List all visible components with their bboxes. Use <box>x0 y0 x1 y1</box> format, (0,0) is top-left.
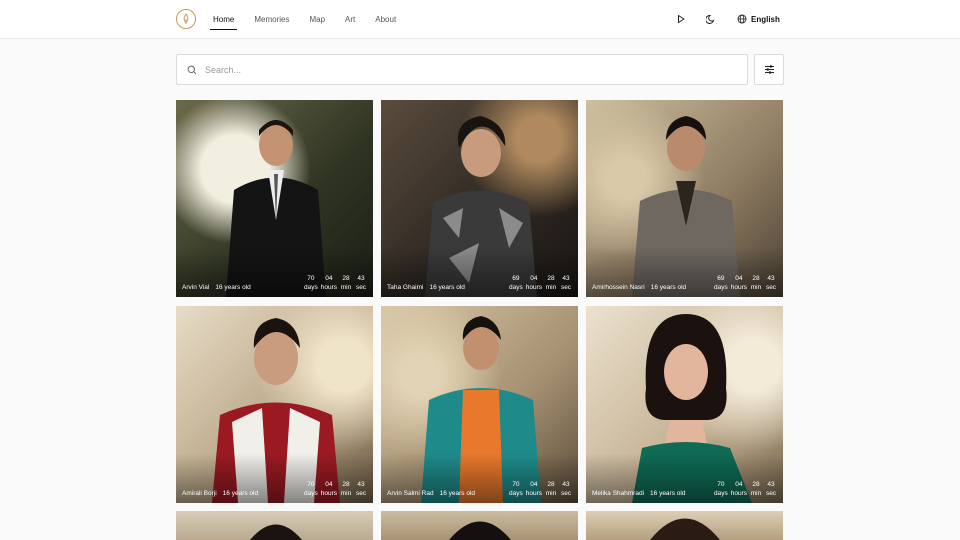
memorial-card[interactable]: Taha Ghaimi 16 years old 69 days 04 hours 2… <box>381 100 578 297</box>
search-bar <box>176 54 748 85</box>
countdown: 69 days 04 hours 28 min 43 sec <box>509 275 572 291</box>
search-icon <box>187 65 197 74</box>
memorial-card[interactable] <box>176 511 373 540</box>
card-age: 16 years old <box>439 490 476 497</box>
card-name: Amirhossein Nasri 16 years old <box>592 284 687 291</box>
countdown: 70 days 04 hours 28 min 43 sec <box>304 275 367 291</box>
memorial-card[interactable]: Amirhossein Nasri 16 years old 69 days 04 h… <box>586 100 783 297</box>
card-name: Taha Ghaimi 16 years old <box>387 284 465 291</box>
main-nav: Home Memories Map Art About <box>210 0 413 39</box>
language-label: English <box>751 14 780 24</box>
card-age: 16 years old <box>650 284 687 291</box>
card-name: Melika Shahmradi 16 years old <box>592 490 686 497</box>
card-name: Arvin Vial 16 years old <box>182 284 251 291</box>
card-age: 16 years old <box>215 284 251 291</box>
card-age: 16 years old <box>429 284 465 291</box>
globe-icon <box>737 14 747 24</box>
nav-memories[interactable]: Memories <box>251 11 292 28</box>
memorial-card[interactable]: Arvin Salmi Rad 16 years old 70 days 04 hou… <box>381 306 578 503</box>
countdown: 70 days 04 hours 28 min 43 sec <box>304 481 367 497</box>
countdown: 70 days 04 hours 28 min 43 sec <box>714 481 777 497</box>
filter-button[interactable] <box>754 54 784 85</box>
moon-icon[interactable] <box>704 12 718 26</box>
candle-flame-logo[interactable] <box>176 9 196 29</box>
memorial-card[interactable] <box>586 511 783 540</box>
portrait-figure <box>650 518 720 540</box>
card-name: Arvin Salmi Rad 16 years old <box>387 490 476 497</box>
memorial-card[interactable]: Arvin Vial 16 years old 70 days 04 hours 28… <box>176 100 373 297</box>
language-selector[interactable]: English <box>737 12 780 26</box>
countdown: 69 days 04 hours 28 min 43 sec <box>714 275 777 291</box>
search-input[interactable] <box>205 64 725 75</box>
card-name: Amirali Borji 16 years old <box>182 490 259 497</box>
portrait-figure <box>449 521 511 540</box>
memorial-card[interactable] <box>381 511 578 540</box>
card-age: 16 years old <box>650 490 686 497</box>
top-header: Home Memories Map Art About English <box>0 0 960 39</box>
nav-about[interactable]: About <box>372 11 399 28</box>
memorial-card[interactable]: Amirali Borji 16 years old 70 days 04 hours… <box>176 306 373 503</box>
play-icon[interactable] <box>674 12 688 26</box>
memorial-card[interactable]: Melika Shahmradi 16 years old 70 days 04 ho… <box>586 306 783 503</box>
nav-map[interactable]: Map <box>306 11 328 28</box>
card-age: 16 years old <box>222 490 259 497</box>
nav-home[interactable]: Home <box>210 11 238 30</box>
sliders-icon <box>764 65 774 74</box>
nav-art[interactable]: Art <box>342 11 358 28</box>
portrait-figure <box>250 524 302 540</box>
countdown: 70 days 04 hours 28 min 43 sec <box>509 481 572 497</box>
